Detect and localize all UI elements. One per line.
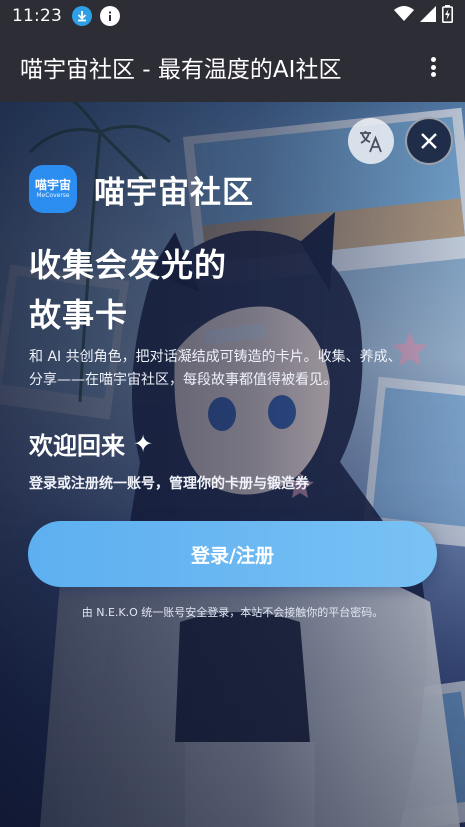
signal-icon <box>420 5 436 27</box>
brand-name: 喵宇宙社区 <box>94 174 254 211</box>
welcome-subtitle: 登录或注册统一账号，管理你的卡册与锻造券 <box>29 476 309 492</box>
sparkle-icon: ✦ <box>133 429 154 458</box>
battery-icon <box>442 4 453 28</box>
login-register-button[interactable]: 登录/注册 <box>28 521 437 587</box>
headline: 收集会发光的 故事卡 <box>29 240 329 340</box>
security-footnote: 由 N.E.K.O 统一账号安全登录，本站不会接触你的平台密码。 <box>81 606 384 619</box>
brand: 喵宇宙 MeCoverse 喵宇宙社区 <box>29 165 254 213</box>
status-time: 11:23 <box>12 6 62 26</box>
app-logo: 喵宇宙 MeCoverse <box>29 165 77 213</box>
app-bar: 喵宇宙社区 - 最有温度的AI社区 <box>0 32 465 102</box>
logo-subtext: MeCoverse <box>36 191 70 199</box>
more-vert-icon[interactable] <box>421 55 445 79</box>
app-title: 喵宇宙社区 - 最有温度的AI社区 <box>20 57 342 83</box>
wifi-icon <box>394 5 414 27</box>
close-icon <box>421 133 437 149</box>
logo-text: 喵宇宙 <box>34 177 71 192</box>
status-bar: 11:23 <box>0 0 465 32</box>
headline-line-2: 故事卡 <box>29 296 129 334</box>
welcome-text: 欢迎回来 <box>29 432 125 460</box>
close-button[interactable] <box>405 117 453 165</box>
welcome-title: 欢迎回来 ✦ <box>29 426 153 461</box>
download-icon <box>72 6 92 26</box>
info-icon <box>100 6 120 26</box>
login-screen: 喵宇宙 MeCoverse 喵宇宙社区 收集会发光的 故事卡 和 AI 共创角色… <box>0 102 465 827</box>
description: 和 AI 共创角色，把对话凝结成可铸造的卡片。收集、养成、分享——在喵宇宙社区，… <box>29 349 402 388</box>
translate-button[interactable] <box>348 118 394 164</box>
translate-icon <box>360 131 382 153</box>
headline-line-1: 收集会发光的 <box>29 246 228 284</box>
